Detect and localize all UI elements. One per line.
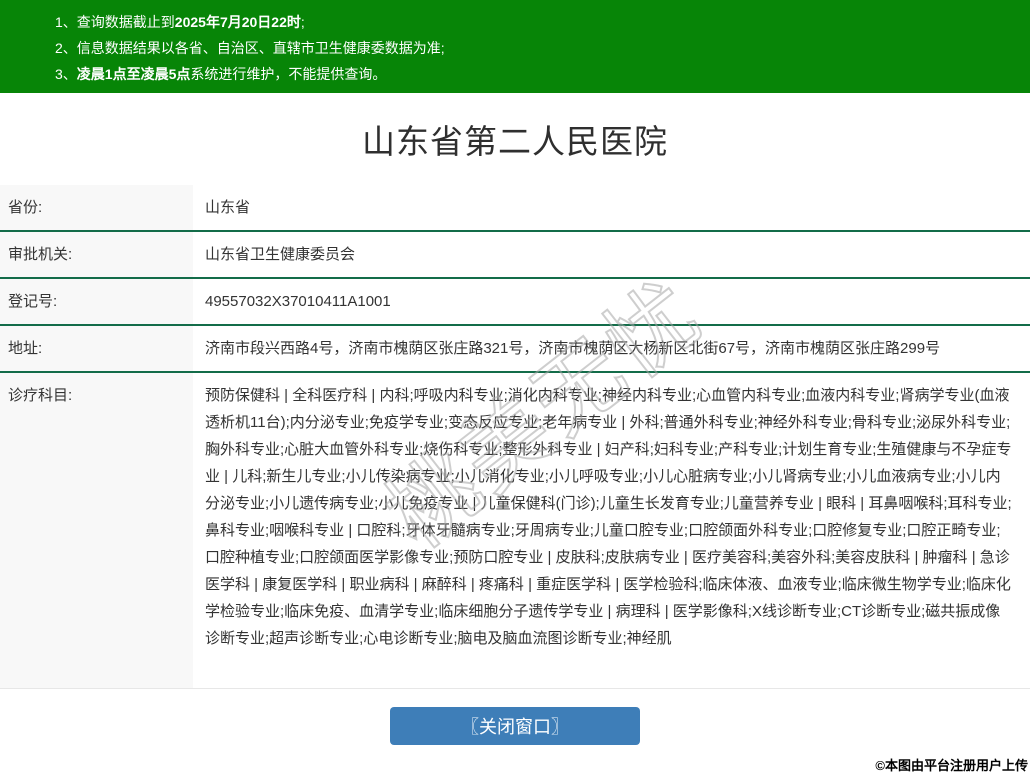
notice-1-text: 查询数据截止到	[77, 14, 175, 30]
hospital-info-table: 省份: 山东省 审批机关: 山东省卫生健康委员会 登记号: 49557032X3…	[0, 185, 1030, 689]
notice-bar: 1、查询数据截止到2025年7月20日22时; 2、信息数据结果以各省、自治区、…	[0, 0, 1030, 93]
departments-clipped-text: 预防保健科 | 全科医疗科 | 内科;呼吸内科专业;消化内科专业;神经内科专业;…	[205, 382, 1015, 679]
notice-1-bold: 2025年7月20日22时	[175, 14, 301, 30]
notice-1-post: ;	[301, 14, 305, 30]
notice-2-text: 信息数据结果以各省、自治区、直辖市卫生健康委数据为准;	[77, 40, 445, 56]
registration-number-label: 登记号:	[0, 278, 193, 325]
notice-2-num: 2、	[55, 40, 77, 56]
row-address: 地址: 济南市段兴西路4号，济南市槐荫区张庄路321号，济南市槐荫区大杨新区北街…	[0, 325, 1030, 372]
approval-authority-value: 山东省卫生健康委员会	[193, 231, 1030, 278]
notice-1-num: 1、	[55, 14, 77, 30]
notice-3-post: 系统进行维护，不能提供查询。	[190, 66, 386, 82]
province-label: 省份:	[0, 185, 193, 231]
button-row: 〖关闭窗口〗	[0, 689, 1030, 745]
address-label: 地址:	[0, 325, 193, 372]
uploader-credit-text: ©本图由平台注册用户上传	[875, 755, 1028, 774]
row-province: 省份: 山东省	[0, 185, 1030, 231]
departments-label: 诊疗科目:	[0, 372, 193, 689]
notice-3-bold: 凌晨1点至凌晨5点	[77, 66, 191, 82]
departments-value: 预防保健科 | 全科医疗科 | 内科;呼吸内科专业;消化内科专业;神经内科专业;…	[193, 372, 1030, 689]
close-window-button[interactable]: 〖关闭窗口〗	[390, 707, 640, 745]
row-approval-authority: 审批机关: 山东省卫生健康委员会	[0, 231, 1030, 278]
province-value: 山东省	[193, 185, 1030, 231]
row-departments: 诊疗科目: 预防保健科 | 全科医疗科 | 内科;呼吸内科专业;消化内科专业;神…	[0, 372, 1030, 689]
notice-line-2: 2、信息数据结果以各省、自治区、直辖市卫生健康委数据为准;	[55, 35, 1020, 61]
notice-line-3: 3、凌晨1点至凌晨5点系统进行维护，不能提供查询。	[55, 61, 1020, 87]
approval-authority-label: 审批机关:	[0, 231, 193, 278]
row-registration-number: 登记号: 49557032X37010411A1001	[0, 278, 1030, 325]
hospital-name-title: 山东省第二人民医院	[0, 125, 1030, 158]
notice-3-num: 3、	[55, 66, 77, 82]
address-value: 济南市段兴西路4号，济南市槐荫区张庄路321号，济南市槐荫区大杨新区北街67号，…	[193, 325, 1030, 372]
registration-number-value: 49557032X37010411A1001	[193, 278, 1030, 325]
notice-line-1: 1、查询数据截止到2025年7月20日22时;	[55, 9, 1020, 35]
